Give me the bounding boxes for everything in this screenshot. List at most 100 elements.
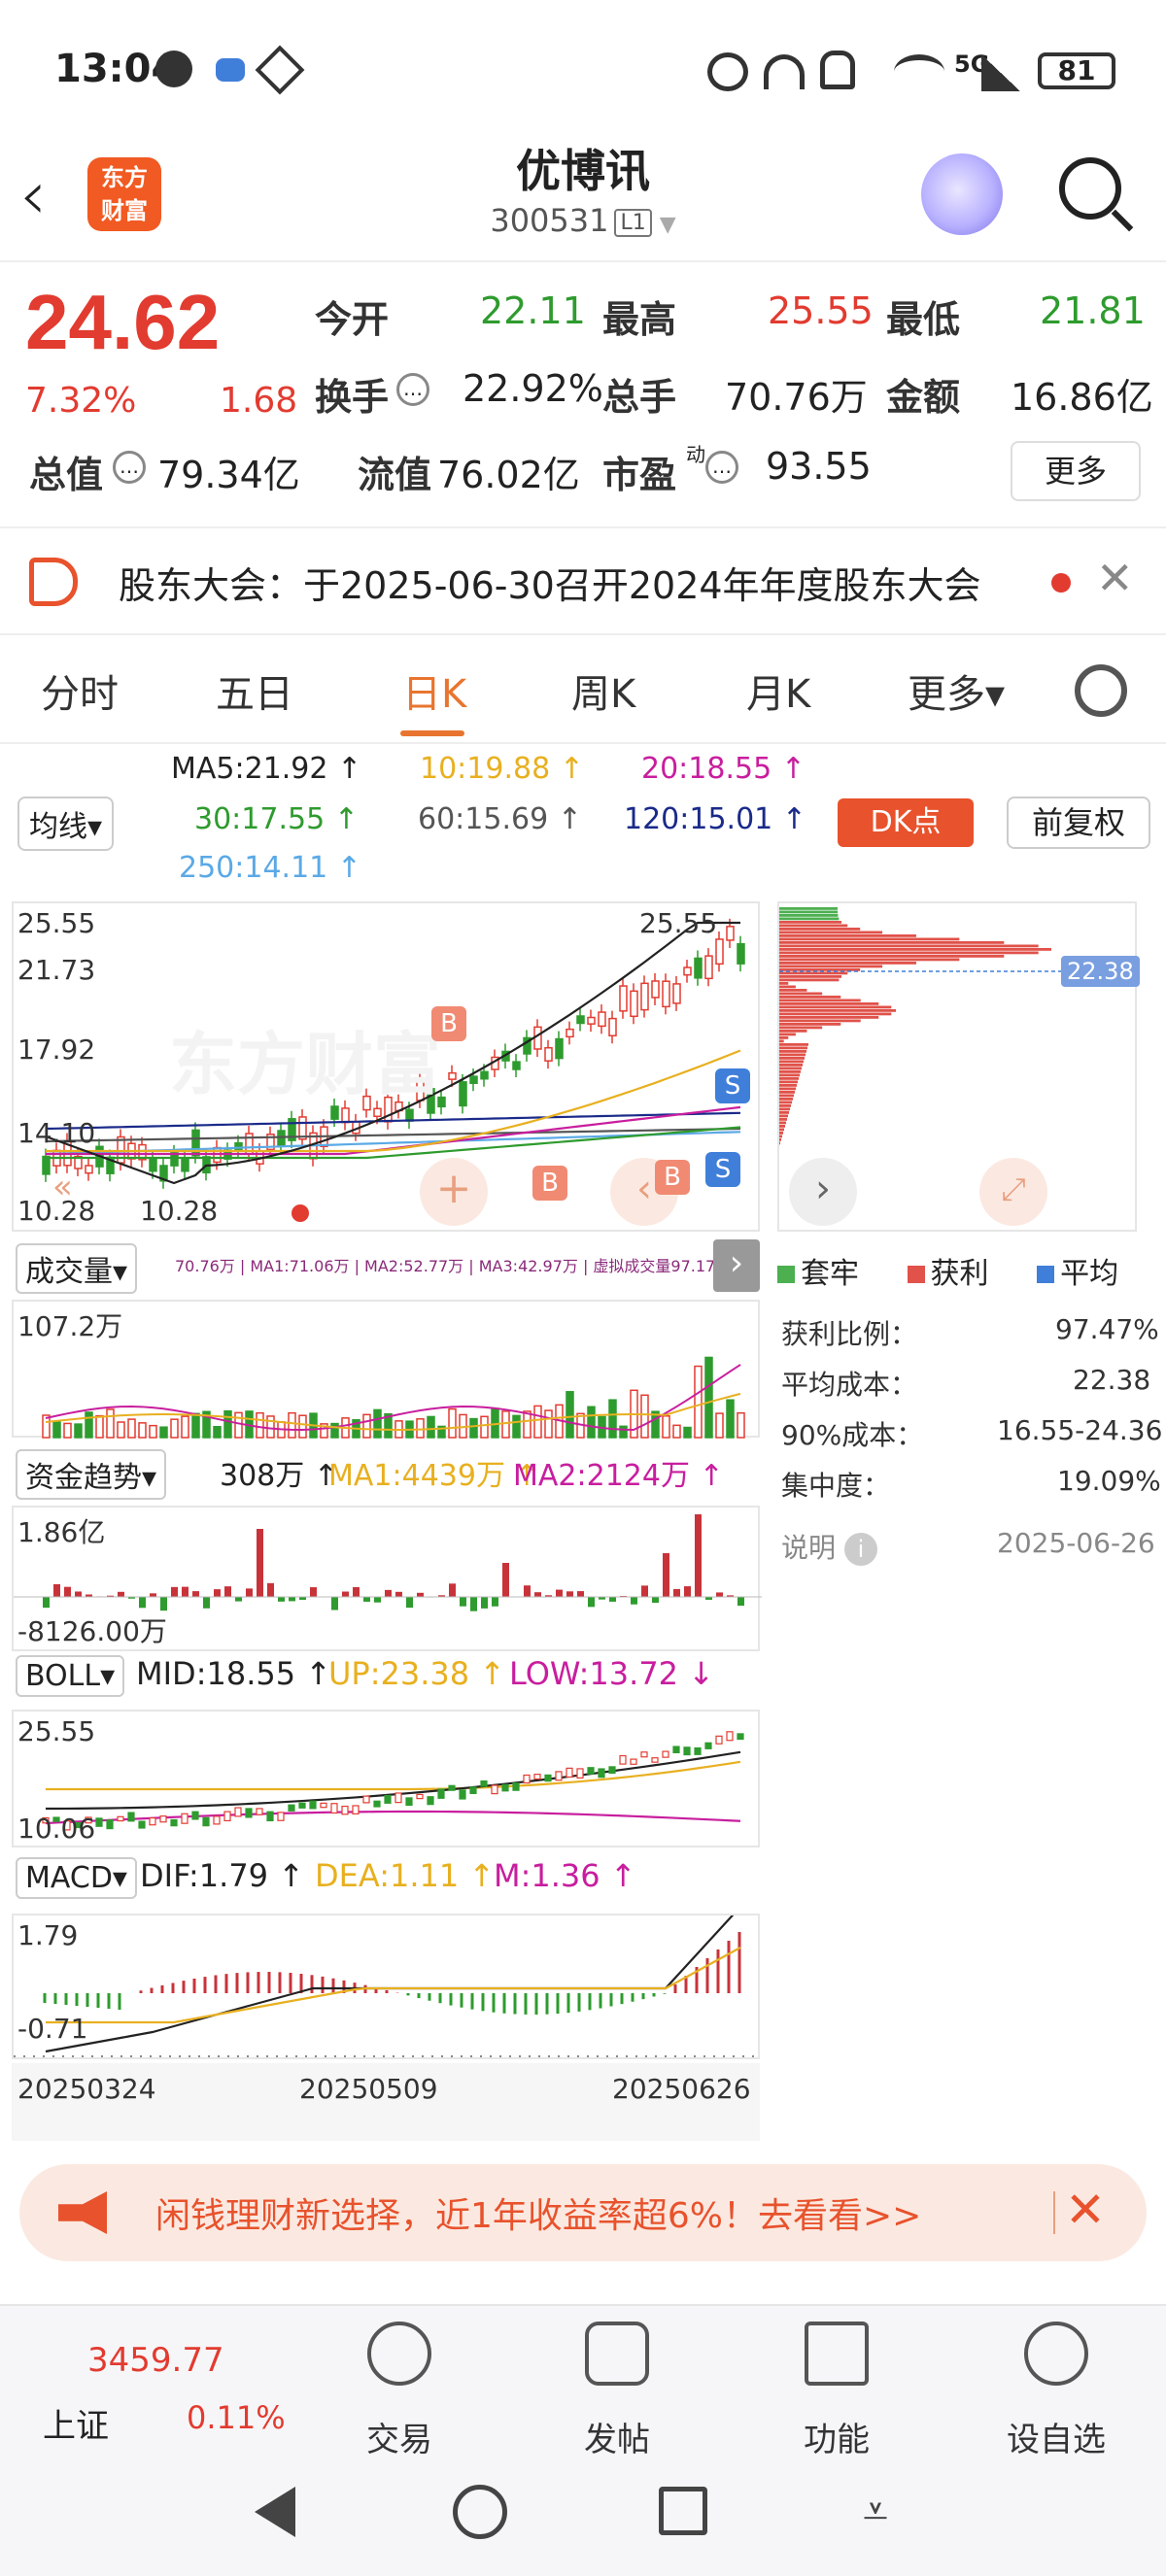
functions-icon[interactable] (805, 2322, 869, 2386)
message-icon (155, 51, 192, 87)
capital-bar (171, 1586, 178, 1597)
active-tab-indicator (400, 730, 464, 736)
boll-selector[interactable]: BOLL▾ (16, 1655, 125, 1697)
chip-bar (779, 1026, 823, 1030)
volume-bar (288, 1411, 296, 1439)
ma5-label: MA5:21.92 ↑ (171, 752, 362, 786)
boll-candle (117, 1815, 124, 1822)
nav-functions[interactable]: 功能 (769, 2413, 905, 2460)
chip-bar (779, 931, 883, 934)
y-axis-3: 17.92 (17, 1034, 96, 1066)
capital-bar (53, 1583, 60, 1597)
index-value[interactable]: 3459.77 (87, 2341, 224, 2380)
sell-signal-marker[interactable]: S (715, 1068, 750, 1103)
chevron-right-icon[interactable]: › (713, 1239, 760, 1292)
menu-nav-icon[interactable]: ⩡ (863, 2485, 888, 2539)
notice-bar[interactable]: 股东大会：于2025-06-30召开2024年年度股东大会 ✕ (0, 526, 1166, 635)
tab-weekly-k[interactable]: 周K (571, 662, 635, 719)
ma-selector[interactable]: 均线▾ (17, 797, 115, 851)
volume-bar (138, 1422, 147, 1439)
sell-signal-marker[interactable]: S (705, 1152, 740, 1187)
expand-icon[interactable]: ⤢ (979, 1158, 1047, 1226)
nav-post[interactable]: 发帖 (549, 2413, 685, 2460)
capital-bar (310, 1587, 317, 1597)
y-axis-4: 14.10 (17, 1117, 96, 1149)
capital-chart[interactable]: 1.86亿 -8126.00万 (12, 1506, 762, 1651)
buy-signal-marker[interactable]: B (655, 1160, 690, 1195)
boll-candle (405, 1797, 413, 1807)
info-icon[interactable]: … (113, 451, 146, 484)
macd-selector[interactable]: MACD▾ (16, 1857, 137, 1899)
candle-body (715, 938, 724, 966)
chip-bar (779, 907, 839, 910)
buy-signal-marker[interactable]: B (431, 1006, 466, 1041)
boll-chart[interactable]: 25.55 10.06 (12, 1710, 760, 1847)
nav-trade[interactable]: 交易 (331, 2413, 467, 2460)
promo-banner[interactable]: 闲钱理财新选择，近1年收益率超6%！去看看>> ✕ (19, 2164, 1147, 2261)
tab-daily-k[interactable]: 日K (402, 662, 466, 719)
chip-bar (779, 999, 861, 1002)
dk-point-button[interactable]: DK点 (838, 798, 974, 847)
robot-assistant-icon[interactable] (921, 153, 1003, 235)
wifi-icon (894, 54, 944, 89)
event-dot[interactable] (292, 1204, 309, 1222)
scroll-left-icon[interactable]: « (52, 1168, 73, 1206)
forward-adjust-button[interactable]: 前复权 (1007, 797, 1150, 849)
info-icon: i (843, 1533, 877, 1566)
boll-mid: MID:18.55 ↑ (136, 1655, 332, 1692)
trade-icon[interactable] (367, 2322, 431, 2386)
capital-bar (492, 1597, 498, 1607)
capital-bar (278, 1597, 285, 1602)
boll-candle (630, 1758, 637, 1765)
tab-five-day[interactable]: 五日 (216, 662, 293, 719)
tab-monthly-k[interactable]: 月K (746, 662, 810, 719)
chip-distribution-chart[interactable]: 22.38 › ⤢ (777, 901, 1140, 1232)
kline-chart[interactable]: 东方财富 25.55 21.73 17.92 14.10 10.28 25.55… (12, 901, 760, 1232)
back-nav-icon[interactable] (255, 2487, 295, 2537)
add-watchlist-icon[interactable] (1024, 2322, 1088, 2386)
post-icon[interactable] (585, 2322, 649, 2386)
chip-bar (779, 951, 1039, 955)
boll-candle (341, 1805, 349, 1815)
volume-chart[interactable]: 107.2万 (12, 1300, 760, 1439)
gear-icon[interactable] (1075, 664, 1127, 717)
tab-more[interactable]: 更多▾ (908, 662, 1005, 719)
capital-selector[interactable]: 资金趋势▾ (16, 1449, 167, 1500)
boll-candle (640, 1751, 648, 1758)
search-icon[interactable] (1059, 157, 1121, 220)
legend-swatch (777, 1266, 795, 1283)
note-label[interactable]: 说明 i (781, 1527, 877, 1566)
tab-intraday[interactable]: 分时 (41, 662, 119, 719)
nav-add-watchlist[interactable]: 设自选 (988, 2413, 1124, 2460)
chevron-right-icon[interactable]: › (789, 1158, 857, 1226)
volume-bar (159, 1426, 168, 1439)
volume-selector[interactable]: 成交量▾ (16, 1243, 138, 1294)
date-label: 20250509 (299, 2073, 438, 2105)
profit-ratio-value: 97.47% (1055, 1313, 1159, 1345)
close-icon[interactable]: ✕ (1065, 2182, 1106, 2238)
boll-candle (427, 1796, 434, 1806)
recents-nav-icon[interactable] (659, 2487, 707, 2535)
boll-candle (416, 1793, 424, 1800)
macd-chart[interactable]: 1.79 -0.71 (12, 1914, 762, 2059)
zoom-in-button[interactable]: + (420, 1158, 488, 1226)
close-icon[interactable]: ✕ (1096, 552, 1134, 604)
chip-bar (779, 1053, 806, 1057)
home-nav-icon[interactable] (453, 2485, 507, 2539)
capital-bar (257, 1529, 263, 1597)
info-icon[interactable]: … (396, 373, 429, 406)
volume-bar (149, 1424, 157, 1439)
boll-candle (362, 1795, 370, 1804)
chip-bar (779, 1125, 785, 1128)
boll-candle (181, 1813, 189, 1824)
capital-bar (235, 1597, 242, 1602)
info-icon[interactable]: … (705, 451, 738, 484)
buy-signal-marker[interactable]: B (532, 1166, 567, 1201)
capital-bar (417, 1592, 424, 1597)
index-name[interactable]: 上证 (43, 2399, 109, 2447)
macd-m: M:1.36 ↑ (494, 1857, 636, 1894)
volume-svg (42, 1356, 745, 1439)
boll-candle (737, 1733, 744, 1741)
more-button[interactable]: 更多 (1011, 441, 1141, 501)
capital-bar (139, 1597, 146, 1609)
